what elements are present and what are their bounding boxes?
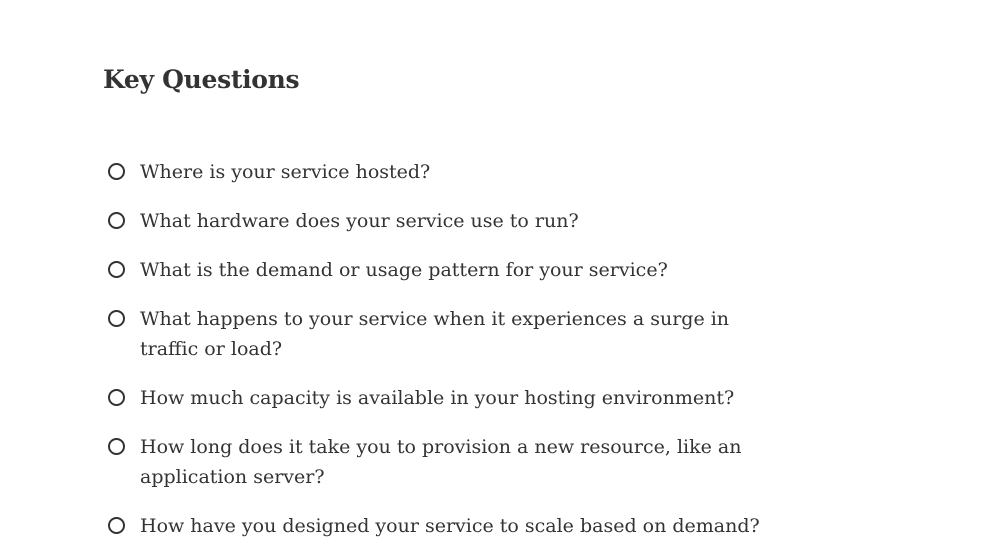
checklist-item: How have you designed your service to sc… — [103, 511, 803, 541]
circle-checkbox-icon[interactable] — [108, 310, 125, 327]
circle-checkbox-icon[interactable] — [108, 517, 125, 534]
checklist-item-label: How long does it take you to provision a… — [140, 436, 742, 488]
circle-checkbox-icon[interactable] — [108, 438, 125, 455]
checklist-item: What hardware does your service use to r… — [103, 206, 803, 236]
circle-checkbox-icon[interactable] — [108, 212, 125, 229]
page-title: Key Questions — [103, 65, 300, 94]
checklist-item-label: What hardware does your service use to r… — [140, 210, 579, 232]
circle-checkbox-icon[interactable] — [108, 261, 125, 278]
checklist-item-label: What happens to your service when it exp… — [140, 308, 730, 360]
checklist-item-label: How have you designed your service to sc… — [140, 515, 760, 537]
checklist-item: Where is your service hosted? — [103, 157, 803, 187]
key-questions-checklist: Where is your service hosted? What hardw… — [103, 157, 803, 560]
checklist-item: How long does it take you to provision a… — [103, 432, 803, 492]
checklist-item-label: What is the demand or usage pattern for … — [140, 259, 668, 281]
checklist-item: What is the demand or usage pattern for … — [103, 255, 803, 285]
checklist-item: What happens to your service when it exp… — [103, 304, 803, 364]
checklist-item: How much capacity is available in your h… — [103, 383, 803, 413]
checklist-item-label: How much capacity is available in your h… — [140, 387, 735, 409]
circle-checkbox-icon[interactable] — [108, 389, 125, 406]
checklist-item-label: Where is your service hosted? — [140, 161, 431, 183]
circle-checkbox-icon[interactable] — [108, 163, 125, 180]
